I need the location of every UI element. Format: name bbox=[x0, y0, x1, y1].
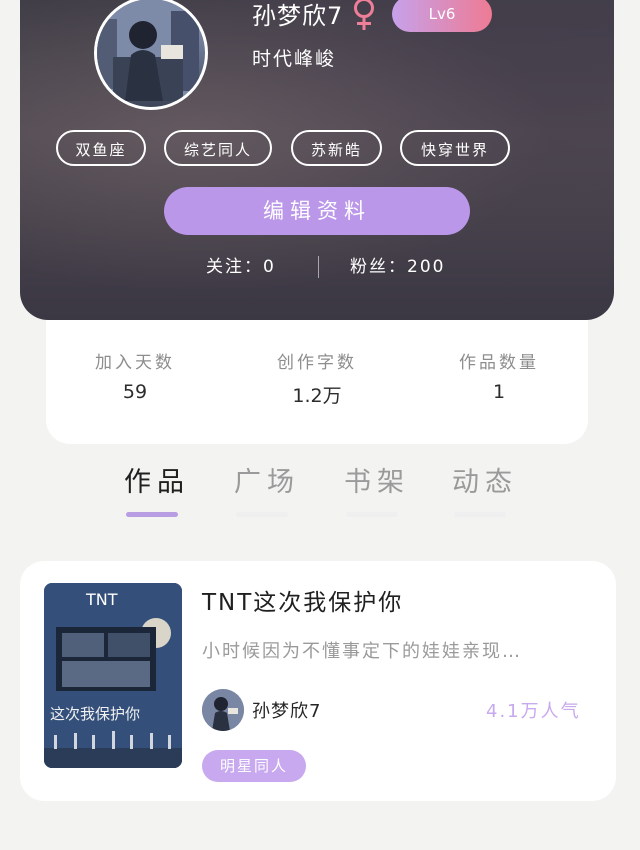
profile-header: 孙梦欣7 Lv6 时代峰峻 双鱼座 综艺同人 苏新皓 快穿世界 编辑资料 关注：… bbox=[20, 0, 614, 320]
female-symbol-icon bbox=[354, 0, 375, 30]
popularity-count: 4.1万人气 bbox=[486, 701, 581, 722]
tab-indicator bbox=[346, 512, 398, 517]
tab-indicator bbox=[236, 512, 288, 517]
author-name[interactable]: 孙梦欣7 bbox=[252, 697, 321, 723]
following-count[interactable]: 关注：0 bbox=[206, 252, 276, 277]
stats-card: 加入天数 59 创作字数 1.2万 作品数量 1 bbox=[46, 320, 588, 444]
tab-activity[interactable]: 动态 bbox=[452, 460, 518, 499]
profile-avatar[interactable] bbox=[94, 0, 208, 110]
genre-tag[interactable]: 明星同人 bbox=[202, 750, 306, 782]
profile-bio: 时代峰峻 bbox=[252, 48, 337, 70]
author-avatar[interactable] bbox=[202, 689, 244, 731]
stat-value: 1 bbox=[492, 381, 506, 403]
tab-square[interactable]: 广场 bbox=[234, 460, 300, 499]
work-card[interactable]: TNT 这次我保护你 TNT这次我保护你 小时候因为不懂事定下的娃娃亲现… 孙梦… bbox=[20, 561, 616, 801]
stat-label: 创作字数 bbox=[277, 353, 357, 373]
stat-label: 作品数量 bbox=[459, 353, 539, 373]
work-title[interactable]: TNT这次我保护你 bbox=[202, 583, 403, 617]
profile-tag[interactable]: 综艺同人 bbox=[164, 130, 272, 166]
follow-divider bbox=[318, 256, 319, 278]
cover-title: TNT bbox=[85, 590, 118, 609]
cover-caption: 这次我保护你 bbox=[50, 705, 140, 723]
level-badge: Lv6 bbox=[392, 0, 492, 32]
work-description: 小时候因为不懂事定下的娃娃亲现… bbox=[202, 641, 522, 662]
tab-works[interactable]: 作品 bbox=[124, 460, 190, 499]
followers-count[interactable]: 粉丝：200 bbox=[350, 252, 445, 277]
stat-join-days: 加入天数 59 bbox=[50, 348, 220, 403]
tab-indicator bbox=[454, 512, 506, 517]
stat-value: 1.2万 bbox=[292, 385, 342, 407]
tab-indicator-active bbox=[126, 512, 178, 517]
stat-label: 加入天数 bbox=[95, 353, 175, 373]
edit-profile-button[interactable]: 编辑资料 bbox=[164, 187, 470, 235]
profile-tag[interactable]: 苏新皓 bbox=[291, 130, 382, 166]
profile-tag[interactable]: 双鱼座 bbox=[56, 130, 146, 166]
username: 孙梦欣7 bbox=[252, 0, 379, 31]
tab-bookshelf[interactable]: 书架 bbox=[344, 460, 410, 499]
book-cover[interactable]: TNT 这次我保护你 bbox=[44, 583, 182, 768]
username-text: 孙梦欣7 bbox=[252, 2, 344, 30]
stat-word-count: 创作字数 1.2万 bbox=[232, 348, 402, 408]
profile-tag[interactable]: 快穿世界 bbox=[400, 130, 510, 166]
stat-value: 59 bbox=[122, 381, 148, 403]
stat-works-count: 作品数量 1 bbox=[414, 348, 584, 403]
